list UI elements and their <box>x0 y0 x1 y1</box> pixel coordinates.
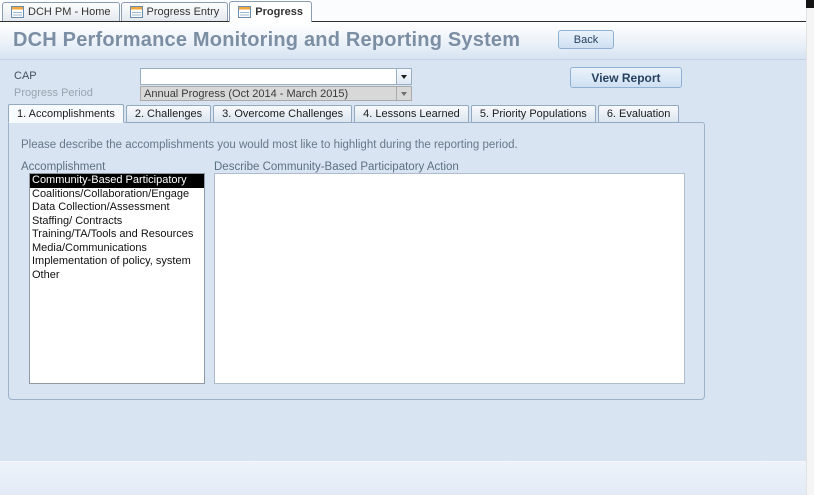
list-item[interactable]: Media/Communications <box>30 242 204 256</box>
tab-priority-populations[interactable]: 5. Priority Populations <box>471 105 596 123</box>
form-icon <box>11 6 24 18</box>
form-body: CAP View Report Progress Period Annual P… <box>0 60 806 495</box>
list-item[interactable]: Other <box>30 269 204 283</box>
scrollbar-corner <box>806 0 814 8</box>
describe-textarea[interactable] <box>214 173 685 384</box>
cap-combo-input[interactable] <box>141 69 395 84</box>
footer-strip <box>0 461 806 495</box>
accomplishment-list-label: Accomplishment <box>21 161 105 173</box>
chevron-down-icon <box>401 92 407 96</box>
doc-tab-label: DCH PM - Home <box>28 6 111 18</box>
list-item[interactable]: Coalitions/Collaboration/Engage <box>30 188 204 202</box>
list-item[interactable]: Implementation of policy, system <box>30 255 204 269</box>
doc-tab-label: Progress <box>255 6 303 18</box>
tab-accomplishments[interactable]: 1. Accomplishments <box>8 104 124 123</box>
tab-lessons-learned[interactable]: 4. Lessons Learned <box>354 105 469 123</box>
application-window: DCH PM - Home Progress Entry Progress DC… <box>0 0 814 495</box>
list-item[interactable]: Training/TA/Tools and Resources <box>30 228 204 242</box>
tab-overcome-challenges[interactable]: 3. Overcome Challenges <box>213 105 352 123</box>
chevron-down-icon <box>401 75 407 79</box>
instruction-text: Please describe the accomplishments you … <box>21 139 518 151</box>
cap-label: CAP <box>14 70 37 82</box>
cap-dropdown-button[interactable] <box>396 69 411 84</box>
tabbar-divider <box>0 21 806 22</box>
progress-period-combobox[interactable]: Annual Progress (Oct 2014 - March 2015) <box>140 86 412 101</box>
describe-label: Describe Community-Based Participatory A… <box>214 161 459 173</box>
back-button[interactable]: Back <box>558 30 614 49</box>
vertical-scrollbar[interactable] <box>806 0 814 495</box>
accomplishment-listbox[interactable]: Community-Based Participatory Coalitions… <box>29 173 205 384</box>
cap-combobox[interactable] <box>140 68 412 85</box>
progress-period-label: Progress Period <box>14 87 93 99</box>
form-icon <box>130 6 143 18</box>
tab-evaluation[interactable]: 6. Evaluation <box>598 105 680 123</box>
document-tab-bar: DCH PM - Home Progress Entry Progress <box>0 0 806 22</box>
form-header: DCH Performance Monitoring and Reporting… <box>0 22 806 60</box>
tab-challenges[interactable]: 2. Challenges <box>126 105 211 123</box>
progress-period-value: Annual Progress (Oct 2014 - March 2015) <box>144 88 348 100</box>
list-item[interactable]: Community-Based Participatory <box>30 174 204 188</box>
doc-tab-progress-entry[interactable]: Progress Entry <box>121 2 229 21</box>
list-item[interactable]: Data Collection/Assessment <box>30 201 204 215</box>
view-report-button[interactable]: View Report <box>570 67 682 88</box>
list-item[interactable]: Staffing/ Contracts <box>30 215 204 229</box>
doc-tab-label: Progress Entry <box>147 6 220 18</box>
form-icon <box>238 6 251 18</box>
accomplishments-tab-page: Please describe the accomplishments you … <box>8 122 705 400</box>
doc-tab-dch-pm-home[interactable]: DCH PM - Home <box>2 2 120 21</box>
section-tab-strip: 1. Accomplishments 2. Challenges 3. Over… <box>8 105 681 123</box>
doc-tab-progress[interactable]: Progress <box>229 1 312 22</box>
page-title: DCH Performance Monitoring and Reporting… <box>13 22 520 59</box>
progress-period-dropdown-button[interactable] <box>396 87 411 100</box>
